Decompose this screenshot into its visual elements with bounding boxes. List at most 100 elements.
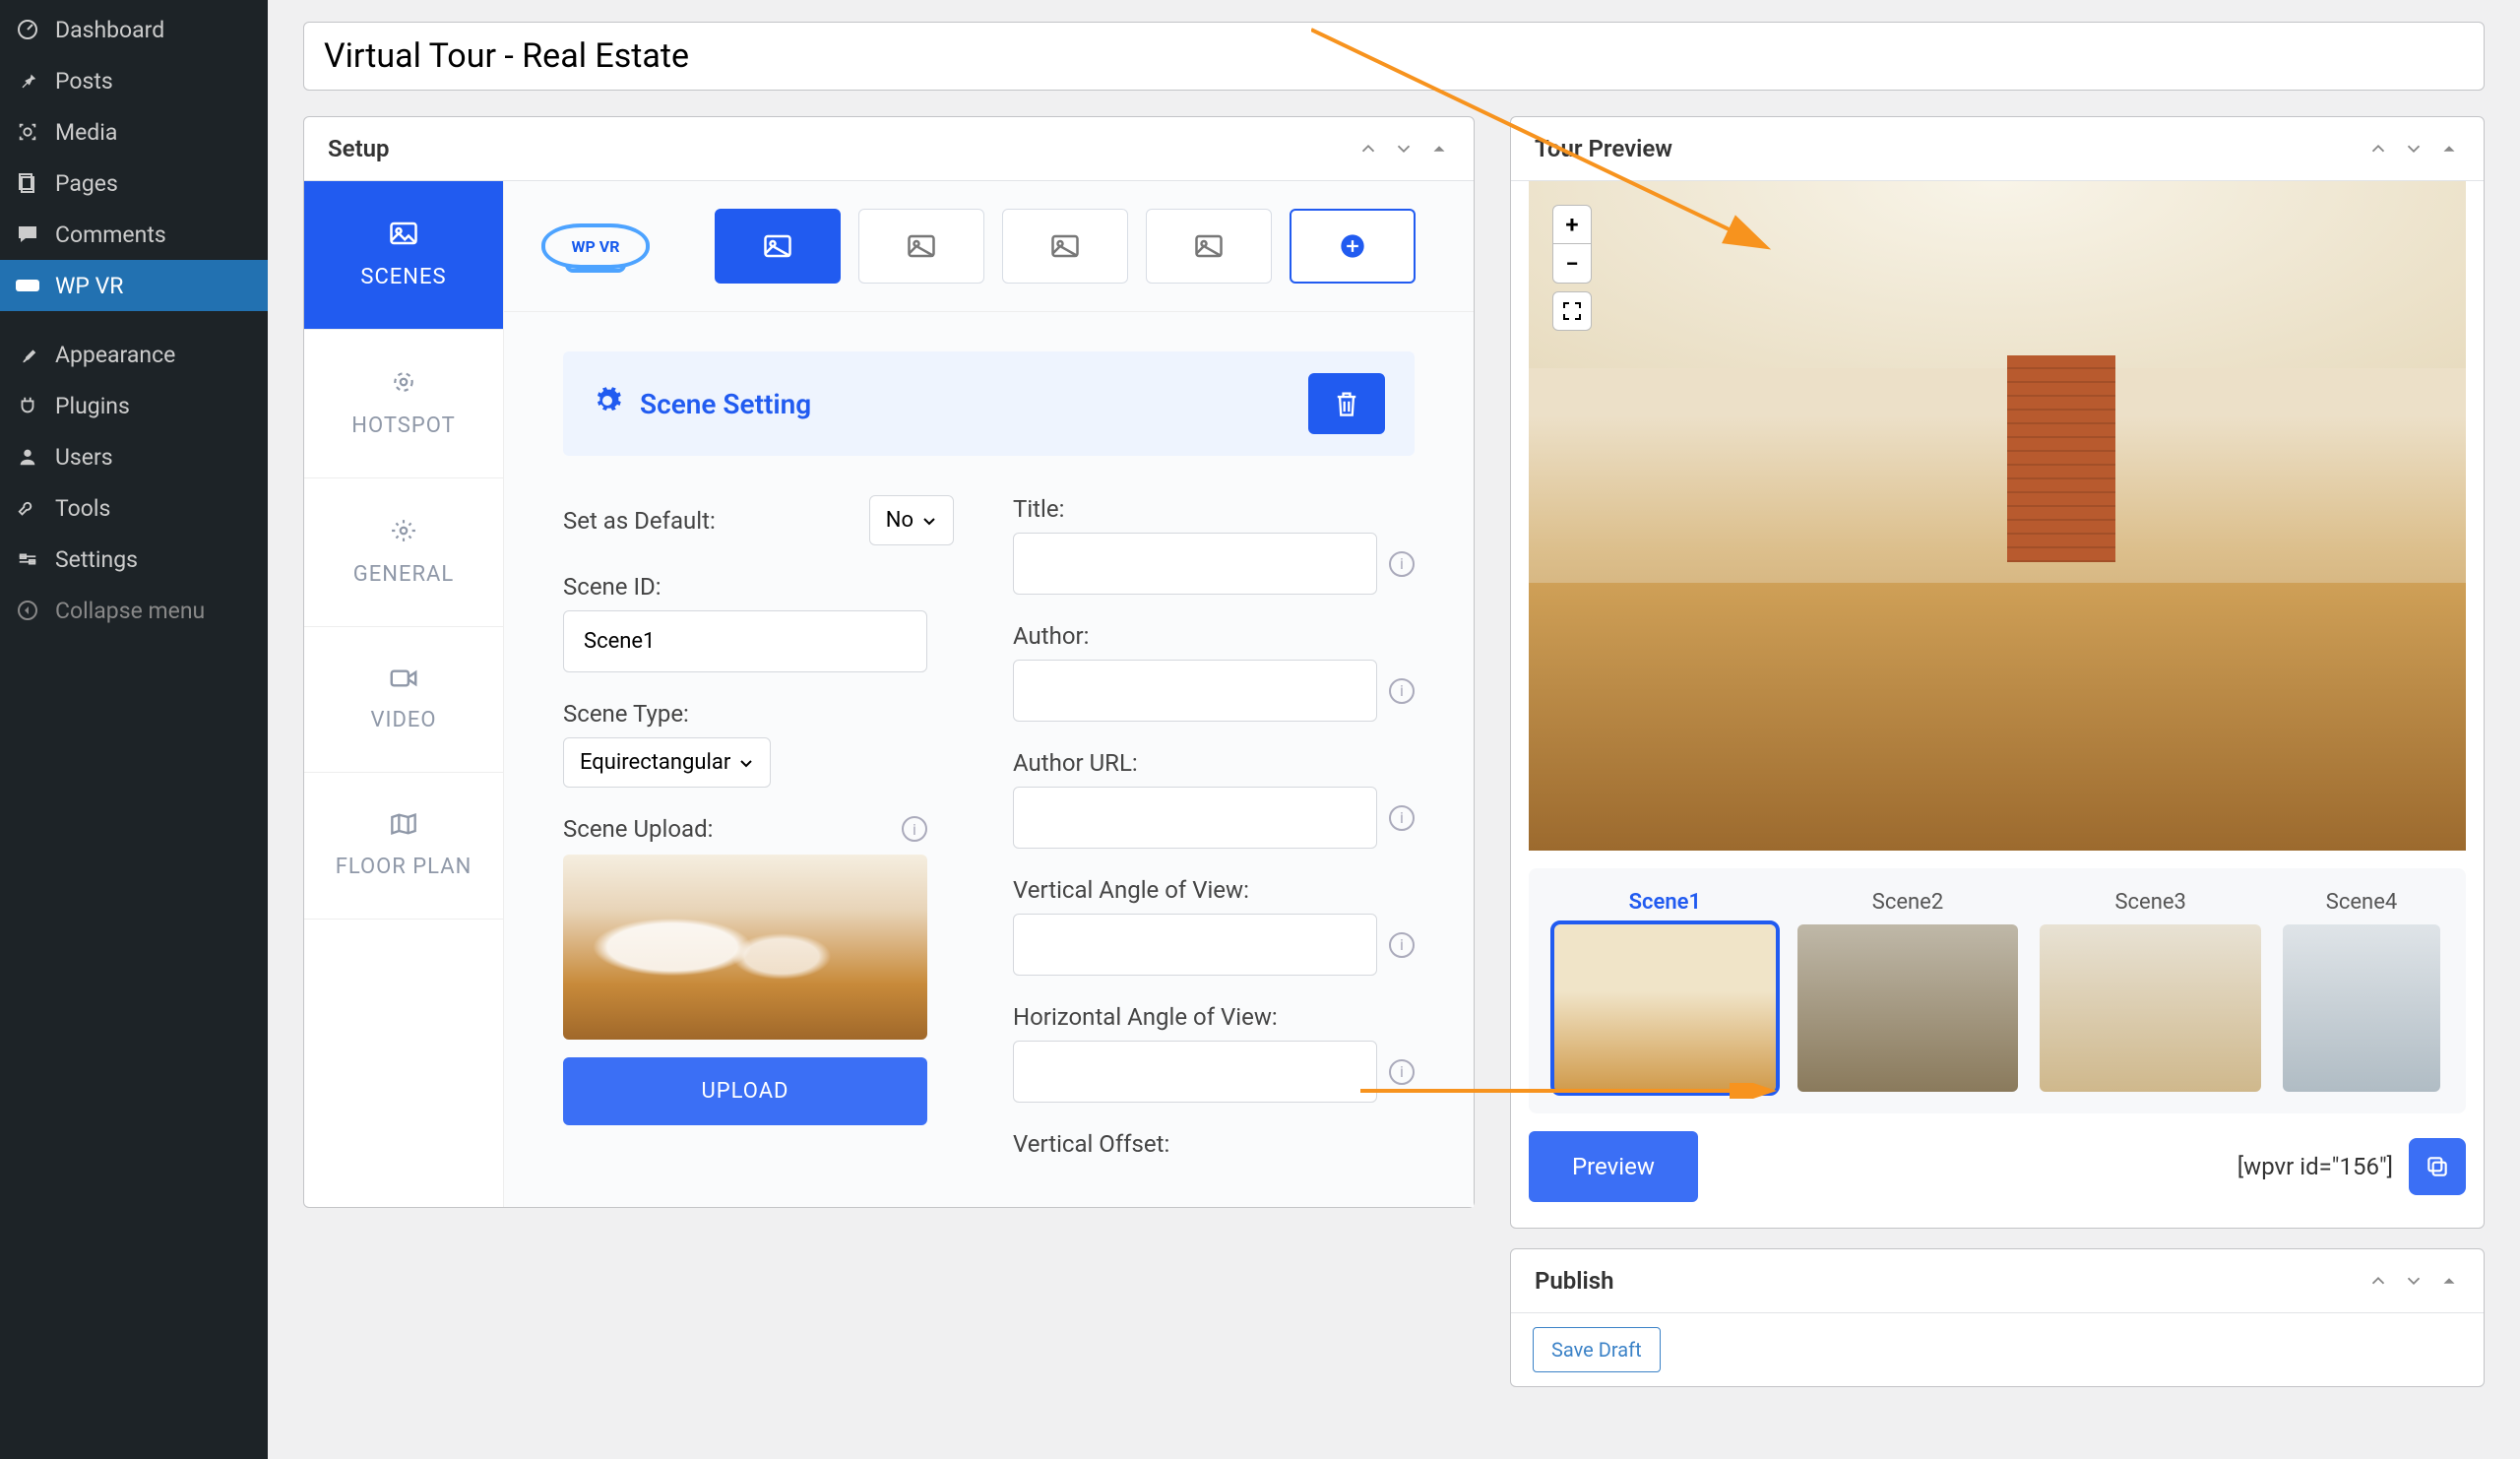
vtab-label: GENERAL bbox=[353, 562, 454, 587]
scene-thumb-1[interactable]: Scene1 bbox=[1554, 890, 1776, 1092]
haov-input[interactable] bbox=[1013, 1041, 1377, 1103]
map-icon bbox=[390, 812, 417, 843]
zoom-in-button[interactable]: + bbox=[1552, 205, 1592, 244]
upload-button[interactable]: UPLOAD bbox=[563, 1057, 927, 1125]
title-label: Title: bbox=[1013, 495, 1415, 523]
sidebar-item-label: Pages bbox=[55, 170, 118, 197]
scene-thumb-3[interactable]: Scene3 bbox=[2040, 890, 2261, 1092]
panel-move-up-icon[interactable] bbox=[2367, 138, 2389, 159]
sidebar-item-settings[interactable]: Settings bbox=[0, 534, 268, 585]
sidebar-item-label: Plugins bbox=[55, 393, 130, 419]
sidebar-item-dashboard[interactable]: Dashboard bbox=[0, 4, 268, 55]
sidebar-item-label: Comments bbox=[55, 222, 166, 248]
scene-tab-add[interactable] bbox=[1290, 209, 1416, 284]
save-draft-button[interactable]: Save Draft bbox=[1533, 1327, 1661, 1372]
author-url-label: Author URL: bbox=[1013, 749, 1415, 777]
scene-id-input[interactable] bbox=[563, 610, 927, 672]
sidebar-item-pages[interactable]: Pages bbox=[0, 158, 268, 209]
vtab-label: HOTSPOT bbox=[351, 413, 455, 438]
pin-icon bbox=[14, 67, 41, 95]
author-input[interactable] bbox=[1013, 660, 1377, 722]
panel-move-up-icon[interactable] bbox=[2367, 1270, 2389, 1292]
publish-panel: Publish Save Draft bbox=[1510, 1248, 2485, 1387]
delete-scene-button[interactable] bbox=[1308, 373, 1385, 434]
publish-panel-title: Publish bbox=[1535, 1267, 1614, 1295]
info-icon[interactable]: i bbox=[1389, 678, 1415, 704]
wp-admin-sidebar: Dashboard Posts Media Pages Comments WP … bbox=[0, 0, 268, 1459]
fullscreen-button[interactable] bbox=[1552, 291, 1592, 331]
image-icon bbox=[389, 221, 418, 253]
users-icon bbox=[14, 443, 41, 471]
panel-move-down-icon[interactable] bbox=[2403, 1270, 2425, 1292]
settings-icon bbox=[14, 545, 41, 573]
sidebar-item-media[interactable]: Media bbox=[0, 106, 268, 158]
scene-tab-2[interactable] bbox=[858, 209, 984, 284]
tour-preview-title: Tour Preview bbox=[1535, 135, 1672, 162]
set-default-label: Set as Default: bbox=[563, 507, 716, 535]
sidebar-item-plugins[interactable]: Plugins bbox=[0, 380, 268, 431]
setup-panel-title: Setup bbox=[328, 135, 390, 162]
dashboard-icon bbox=[14, 16, 41, 43]
info-icon[interactable]: i bbox=[1389, 1059, 1415, 1085]
scene-setting-title: Scene Setting bbox=[640, 388, 811, 420]
sidebar-item-comments[interactable]: Comments bbox=[0, 209, 268, 260]
set-default-select[interactable]: No bbox=[869, 495, 954, 545]
wpvr-logo: WP VR bbox=[541, 223, 650, 269]
info-icon[interactable]: i bbox=[1389, 932, 1415, 958]
info-icon[interactable]: i bbox=[1389, 805, 1415, 831]
author-label: Author: bbox=[1013, 622, 1415, 650]
sidebar-item-posts[interactable]: Posts bbox=[0, 55, 268, 106]
tour-preview-panel: Tour Preview + − bbox=[1510, 116, 2485, 1229]
vr-icon bbox=[14, 272, 41, 299]
shortcode-text: [wpvr id="156"] bbox=[2237, 1153, 2393, 1180]
vtab-hotspot[interactable]: HOTSPOT bbox=[304, 330, 503, 478]
scene-thumb-4[interactable]: Scene4 bbox=[2283, 890, 2440, 1092]
sidebar-item-users[interactable]: Users bbox=[0, 431, 268, 482]
zoom-out-button[interactable]: − bbox=[1552, 244, 1592, 284]
setup-panel: Setup SCENES bbox=[303, 116, 1475, 1208]
vtab-floor-plan[interactable]: FLOOR PLAN bbox=[304, 773, 503, 920]
scene-type-select[interactable]: Equirectangular bbox=[563, 737, 771, 788]
hotspot-icon bbox=[391, 369, 416, 402]
info-icon[interactable]: i bbox=[1389, 551, 1415, 577]
vtab-scenes[interactable]: SCENES bbox=[304, 181, 503, 330]
voffset-label: Vertical Offset: bbox=[1013, 1130, 1415, 1158]
brush-icon bbox=[14, 341, 41, 368]
preview-button[interactable]: Preview bbox=[1529, 1131, 1698, 1202]
panel-collapse-icon[interactable] bbox=[2438, 1270, 2460, 1292]
panel-move-up-icon[interactable] bbox=[1357, 138, 1379, 159]
sidebar-item-appearance[interactable]: Appearance bbox=[0, 329, 268, 380]
scene-thumb-2[interactable]: Scene2 bbox=[1797, 890, 2019, 1092]
panel-collapse-icon[interactable] bbox=[2438, 138, 2460, 159]
scene-upload-label: Scene Upload: bbox=[563, 815, 713, 843]
collapse-icon bbox=[14, 597, 41, 624]
panel-move-down-icon[interactable] bbox=[1393, 138, 1415, 159]
main-content: Setup SCENES bbox=[268, 0, 2520, 1459]
copy-shortcode-button[interactable] bbox=[2409, 1138, 2466, 1195]
vtab-general[interactable]: GENERAL bbox=[304, 478, 503, 627]
scene-tab-4[interactable] bbox=[1146, 209, 1272, 284]
panel-collapse-icon[interactable] bbox=[1428, 138, 1450, 159]
sidebar-item-label: Appearance bbox=[55, 342, 175, 368]
sidebar-item-wpvr[interactable]: WP VR bbox=[0, 260, 268, 311]
scene-tab-3[interactable] bbox=[1002, 209, 1128, 284]
sidebar-item-label: Media bbox=[55, 119, 117, 146]
sidebar-item-collapse[interactable]: Collapse menu bbox=[0, 585, 268, 636]
sidebar-item-tools[interactable]: Tools bbox=[0, 482, 268, 534]
scene-tab-1[interactable] bbox=[715, 209, 841, 284]
panel-move-down-icon[interactable] bbox=[2403, 138, 2425, 159]
gear-icon bbox=[391, 518, 416, 550]
vtab-video[interactable]: VIDEO bbox=[304, 627, 503, 773]
vtab-label: VIDEO bbox=[370, 708, 436, 732]
scene-thumbnail-strip: Scene1 Scene2 Scene3 Scene4 bbox=[1529, 868, 2466, 1113]
sidebar-item-label: Posts bbox=[55, 68, 113, 95]
info-icon[interactable]: i bbox=[902, 816, 927, 842]
tour-preview-viewport[interactable]: + − bbox=[1529, 181, 2466, 851]
gear-icon bbox=[593, 386, 622, 422]
author-url-input[interactable] bbox=[1013, 787, 1377, 849]
vaov-input[interactable] bbox=[1013, 914, 1377, 976]
video-icon bbox=[389, 666, 418, 696]
sidebar-item-label: Tools bbox=[55, 495, 110, 522]
tour-title-input[interactable] bbox=[303, 22, 2485, 91]
title-input[interactable] bbox=[1013, 533, 1377, 595]
